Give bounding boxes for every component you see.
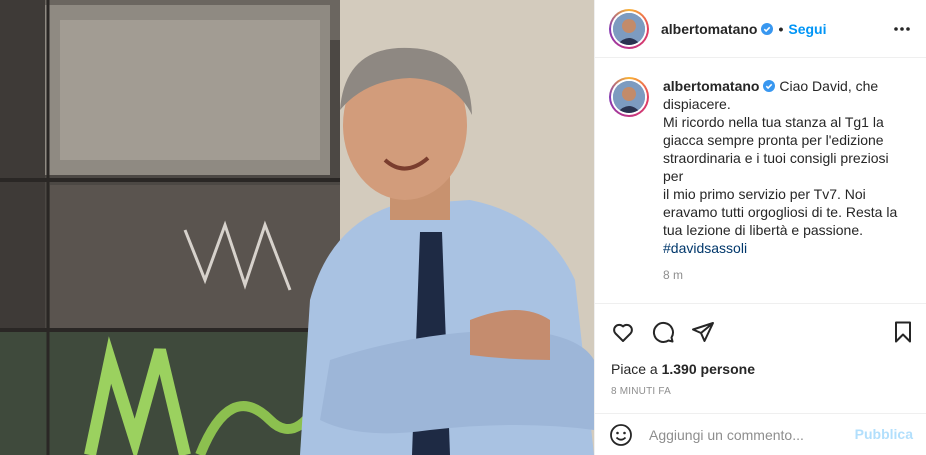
post-header: albertomatano • Segui bbox=[595, 0, 926, 58]
more-options-icon[interactable] bbox=[893, 20, 911, 38]
comment-input[interactable] bbox=[649, 426, 839, 443]
bookmark-icon[interactable] bbox=[891, 320, 915, 344]
comments-section: albertomatano Ciao David, che dispiacere… bbox=[595, 59, 926, 303]
post-photo-illustration bbox=[0, 0, 594, 455]
likes-value[interactable]: 1.390 persone bbox=[662, 361, 755, 377]
follow-button[interactable]: Segui bbox=[788, 21, 826, 37]
caption-line: eravamo tutti orgogliosi di te. Resta la bbox=[663, 204, 898, 220]
caption-line: Ciao David, che bbox=[779, 78, 879, 94]
caption-row: albertomatano Ciao David, che dispiacere… bbox=[609, 77, 913, 284]
post-actions: Piace a 1.390 persone 8 MINUTI FA bbox=[595, 303, 926, 413]
caption-author-avatar[interactable] bbox=[609, 77, 649, 117]
caption-username[interactable]: albertomatano bbox=[663, 78, 759, 94]
caption-time[interactable]: 8 m bbox=[663, 266, 909, 284]
emoji-icon[interactable] bbox=[609, 423, 633, 447]
caption-line: il mio primo servizio per Tv7. Noi bbox=[663, 186, 866, 202]
instagram-post: albertomatano • Segui albertomatano Ciao… bbox=[0, 0, 926, 455]
add-comment-bar: Pubblica bbox=[595, 413, 926, 455]
caption-text: albertomatano Ciao David, che dispiacere… bbox=[663, 77, 909, 284]
heart-icon[interactable] bbox=[611, 320, 635, 344]
caption-line: Mi ricordo nella tua stanza al Tg1 la bbox=[663, 114, 884, 130]
share-icon[interactable] bbox=[691, 320, 715, 344]
likes-prefix: Piace a bbox=[611, 361, 662, 377]
hashtag-link[interactable]: #davidsassoli bbox=[663, 239, 909, 257]
caption-line: giacca sempre pronta per l'edizione bbox=[663, 132, 884, 148]
separator-dot: • bbox=[778, 20, 784, 37]
author-avatar[interactable] bbox=[609, 8, 649, 49]
author-username[interactable]: albertomatano bbox=[661, 21, 757, 37]
post-timestamp[interactable]: 8 MINUTI FA bbox=[611, 386, 671, 397]
caption-line: straordinaria e i tuoi consigli preziosi… bbox=[663, 150, 889, 184]
publish-button[interactable]: Pubblica bbox=[855, 426, 913, 442]
caption-line: tua lezione di libertà e passione. bbox=[663, 222, 864, 238]
post-side-panel: albertomatano • Segui albertomatano Ciao… bbox=[594, 0, 926, 455]
verified-badge-icon bbox=[761, 22, 774, 35]
post-photo[interactable] bbox=[0, 0, 594, 455]
caption-line: dispiacere. bbox=[663, 96, 731, 112]
comment-icon[interactable] bbox=[651, 320, 675, 344]
likes-count[interactable]: Piace a 1.390 persone bbox=[611, 361, 755, 377]
verified-badge-icon bbox=[763, 80, 776, 92]
